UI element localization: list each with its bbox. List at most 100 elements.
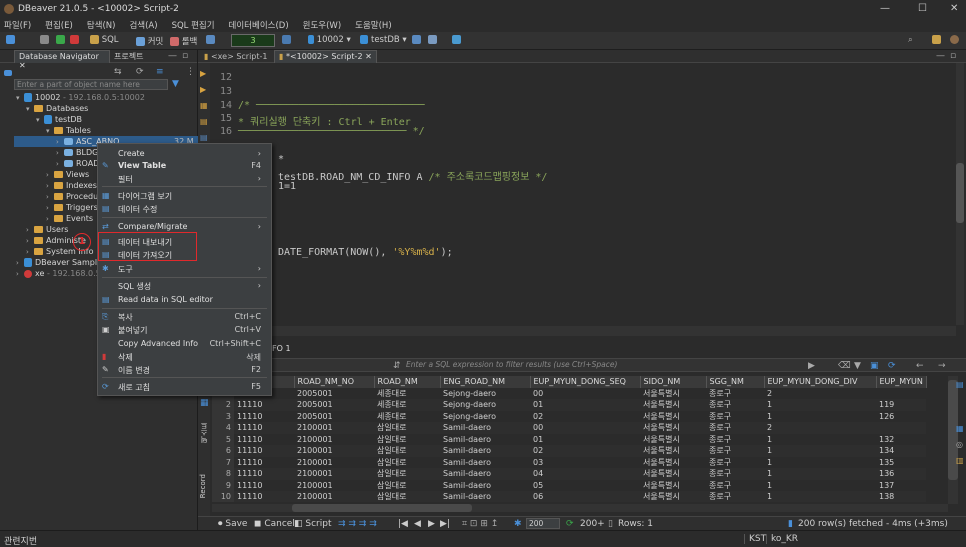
close-icon[interactable]: ✕ [365, 52, 372, 61]
table-cell[interactable]: 11110 [234, 399, 294, 411]
table-cell[interactable]: 서울특별시 [640, 491, 706, 502]
table-cell[interactable]: 삼일대로 [374, 434, 440, 446]
table-cell[interactable]: 02 [530, 445, 640, 457]
column-header[interactable]: ENG_ROAD_NM [440, 376, 531, 388]
table-cell[interactable]: 1 [764, 399, 876, 411]
table-cell[interactable]: 01 [530, 399, 640, 411]
menu-help[interactable]: 도움말(H) [355, 19, 391, 31]
table-cell[interactable]: 서울특별시 [640, 457, 706, 469]
view-menu-icon[interactable]: ⋮ [186, 67, 195, 77]
tree-procedures[interactable]: › Procedu [46, 192, 98, 201]
menu-item-filter[interactable]: 필터 › [98, 174, 271, 186]
table-cell[interactable]: 종로구 [706, 399, 764, 411]
menu-item-view-table[interactable]: ✎ View Table F4 [98, 161, 271, 173]
tree-table-road[interactable]: › ROAD [56, 159, 99, 168]
table-cell[interactable]: 00 [530, 422, 640, 434]
tree-views[interactable]: › Views [46, 170, 89, 179]
tree-connection-xe[interactable]: › xe - 192.168.0.5 [16, 269, 101, 278]
text-view-toggle[interactable]: 텍스트 [199, 422, 209, 443]
table-cell[interactable]: 2100001 [294, 491, 374, 502]
results-tab[interactable]: FO 1 [272, 344, 291, 353]
table-row[interactable]: 1111102005001세종대로Sejong-daero00서울특별시종로구2 [212, 387, 927, 400]
settings-icon[interactable]: ✱ [514, 519, 522, 529]
table-cell[interactable]: 1 [764, 457, 876, 469]
navigator-filter-input[interactable]: Enter a part of object name here [14, 79, 168, 90]
plug-icon[interactable] [40, 35, 49, 45]
table-cell[interactable]: 2100001 [294, 445, 374, 457]
column-header[interactable]: EUP_MYUN_DONG_SEQ [530, 376, 641, 388]
table-cell[interactable]: 1 [764, 434, 876, 446]
table-cell[interactable]: 11110 [234, 457, 294, 469]
column-header[interactable]: ROAD_NM [374, 376, 441, 388]
table-cell[interactable]: 1 [764, 411, 876, 423]
tree-databases[interactable]: ▾ Databases [26, 104, 88, 113]
table-cell[interactable]: Samil-daero [440, 445, 530, 457]
column-header[interactable]: SIDO_NM [640, 376, 707, 388]
outline-icon[interactable]: ▤ [200, 133, 208, 142]
table-cell[interactable]: 2100001 [294, 480, 374, 492]
table-cell[interactable]: 종로구 [706, 411, 764, 423]
table-cell[interactable]: 1 [764, 491, 876, 502]
close-icon[interactable]: ✕ [950, 3, 958, 14]
commit-button[interactable]: 커밋 [136, 35, 163, 47]
tree-testdb[interactable]: ▾ testDB [36, 115, 82, 124]
maximize-editor-icon[interactable]: ▫ [950, 51, 956, 61]
maximize-icon[interactable]: ☐ [918, 3, 927, 14]
table-cell[interactable]: Sejong-daero [440, 399, 530, 411]
table-cell[interactable]: 종로구 [706, 480, 764, 492]
table-row[interactable]: 2 11110 2005001 세종대로 Sejong-daero 01 서울특별시 종로구 1… [212, 399, 927, 411]
table-cell[interactable]: 136 [876, 468, 926, 480]
tree-connection-10002[interactable]: ▾ 10002 - 192.168.0.5:10002 [16, 93, 145, 102]
table-cell[interactable]: 137 [876, 480, 926, 492]
disconnect-icon[interactable] [70, 35, 79, 45]
table-cell[interactable]: 삼일대로 [374, 445, 440, 457]
table-cell[interactable]: 종로구 [706, 388, 764, 400]
table-cell[interactable]: 134 [876, 445, 926, 457]
menu-item-edit-data[interactable]: ▤ 데이터 수정 [98, 204, 271, 216]
table-cell[interactable]: 138 [876, 491, 926, 502]
table-cell[interactable]: 종로구 [706, 468, 764, 480]
bulb-icon[interactable] [452, 35, 461, 45]
datasource-icon[interactable] [282, 35, 291, 45]
close-icon[interactable]: ✕ [19, 61, 26, 70]
table-cell[interactable] [876, 388, 926, 400]
tab-script-1[interactable]: ▮ <xe> Script-1 [204, 52, 268, 61]
table-cell[interactable]: 종로구 [706, 445, 764, 457]
tree-indexes[interactable]: › Indexes [46, 181, 97, 190]
cancel-results-button[interactable]: ◼ Cancel [254, 519, 295, 529]
edit-row-icons[interactable]: ⇉ ⇉ ⇉ ⇉ [338, 519, 377, 529]
collapse-all-icon[interactable]: ≡ [156, 67, 164, 77]
format-icon[interactable]: ▤ [200, 117, 208, 126]
table-cell[interactable]: 1 [764, 480, 876, 492]
table-cell[interactable]: 삼일대로 [374, 457, 440, 469]
menu-item-copy[interactable]: ⎘ 복사 Ctrl+C [98, 312, 271, 324]
table-cell[interactable]: 삼일대로 [374, 480, 440, 492]
table-cell[interactable]: 세종대로 [374, 399, 440, 411]
table-cell[interactable]: Samil-daero [440, 468, 530, 480]
table-cell[interactable]: Samil-daero [440, 422, 530, 434]
tree-triggers[interactable]: › Triggers [46, 203, 98, 212]
tab-script-2[interactable]: ▮ *<10002> Script-2 ✕ [274, 50, 377, 63]
menu-edit[interactable]: 편집(E) [45, 19, 73, 31]
tree-events[interactable]: › Events [46, 214, 93, 223]
filter-expand-icon[interactable]: ⇵ [393, 361, 401, 371]
menu-item-read-sql[interactable]: ▤ Read data in SQL editor [98, 295, 271, 307]
table-cell[interactable]: 126 [876, 411, 926, 423]
execute-script-icon[interactable]: ▶ [200, 85, 206, 94]
table-cell[interactable]: 11110 [234, 434, 294, 446]
table-cell[interactable]: 1 [764, 468, 876, 480]
column-header[interactable]: SGG_NM [706, 376, 765, 388]
rollback-button[interactable]: 롤백 [170, 35, 197, 47]
table-cell[interactable]: 2100001 [294, 457, 374, 469]
table-cell[interactable]: Samil-daero [440, 491, 530, 502]
table-cell[interactable]: 서울특별시 [640, 480, 706, 492]
chart-icon[interactable]: ▥ [956, 456, 964, 465]
table-row[interactable]: 6 11110 2100001 삼일대로 Samil-daero 02 서울특별시 종로구 1 1… [212, 445, 927, 457]
transaction-mode-icon[interactable] [206, 35, 215, 45]
table-cell[interactable]: 119 [876, 399, 926, 411]
table-cell[interactable]: 2100001 [294, 422, 374, 434]
menu-item-rename[interactable]: ✎ 이름 변경 F2 [98, 365, 271, 377]
refresh-nav-icon[interactable]: ⟳ [136, 67, 144, 77]
table-cell[interactable]: 종로구 [706, 434, 764, 446]
table-row[interactable]: 7 11110 2100001 삼일대로 Samil-daero 03 서울특별시 종로구 1 1… [212, 456, 927, 469]
